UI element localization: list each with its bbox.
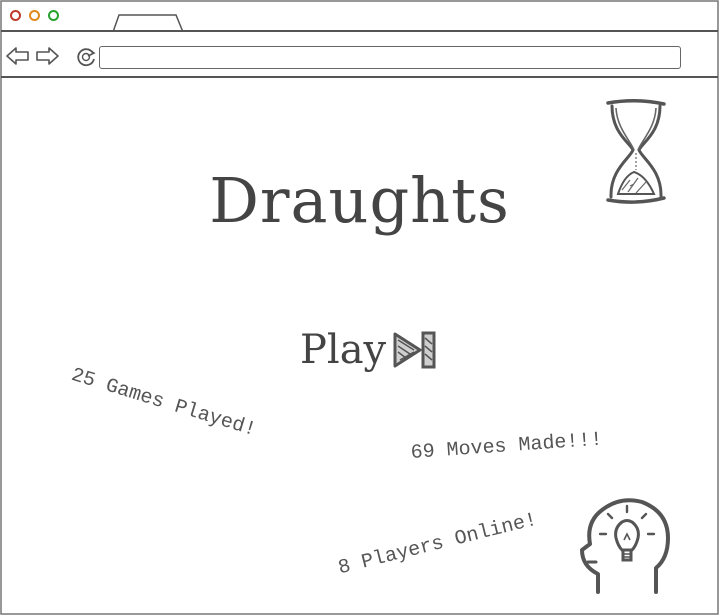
play-skip-icon <box>393 331 436 369</box>
arrow-right-icon <box>36 47 59 65</box>
title-bar <box>0 0 719 31</box>
reload-icon <box>77 48 96 67</box>
browser-tab[interactable] <box>112 14 184 32</box>
play-label: Play <box>300 327 387 373</box>
play-button[interactable]: Play <box>300 322 438 378</box>
reload-button[interactable] <box>74 45 98 69</box>
forward-button[interactable] <box>34 45 60 67</box>
maximize-window-button[interactable] <box>48 10 59 21</box>
close-window-button[interactable] <box>10 10 21 21</box>
head-lightbulb-icon <box>580 498 670 594</box>
game-title: Draughts <box>209 164 510 237</box>
minimize-window-button[interactable] <box>29 10 40 21</box>
address-bar[interactable] <box>99 46 681 69</box>
back-button[interactable] <box>5 45 31 67</box>
arrow-left-icon <box>6 47 29 65</box>
